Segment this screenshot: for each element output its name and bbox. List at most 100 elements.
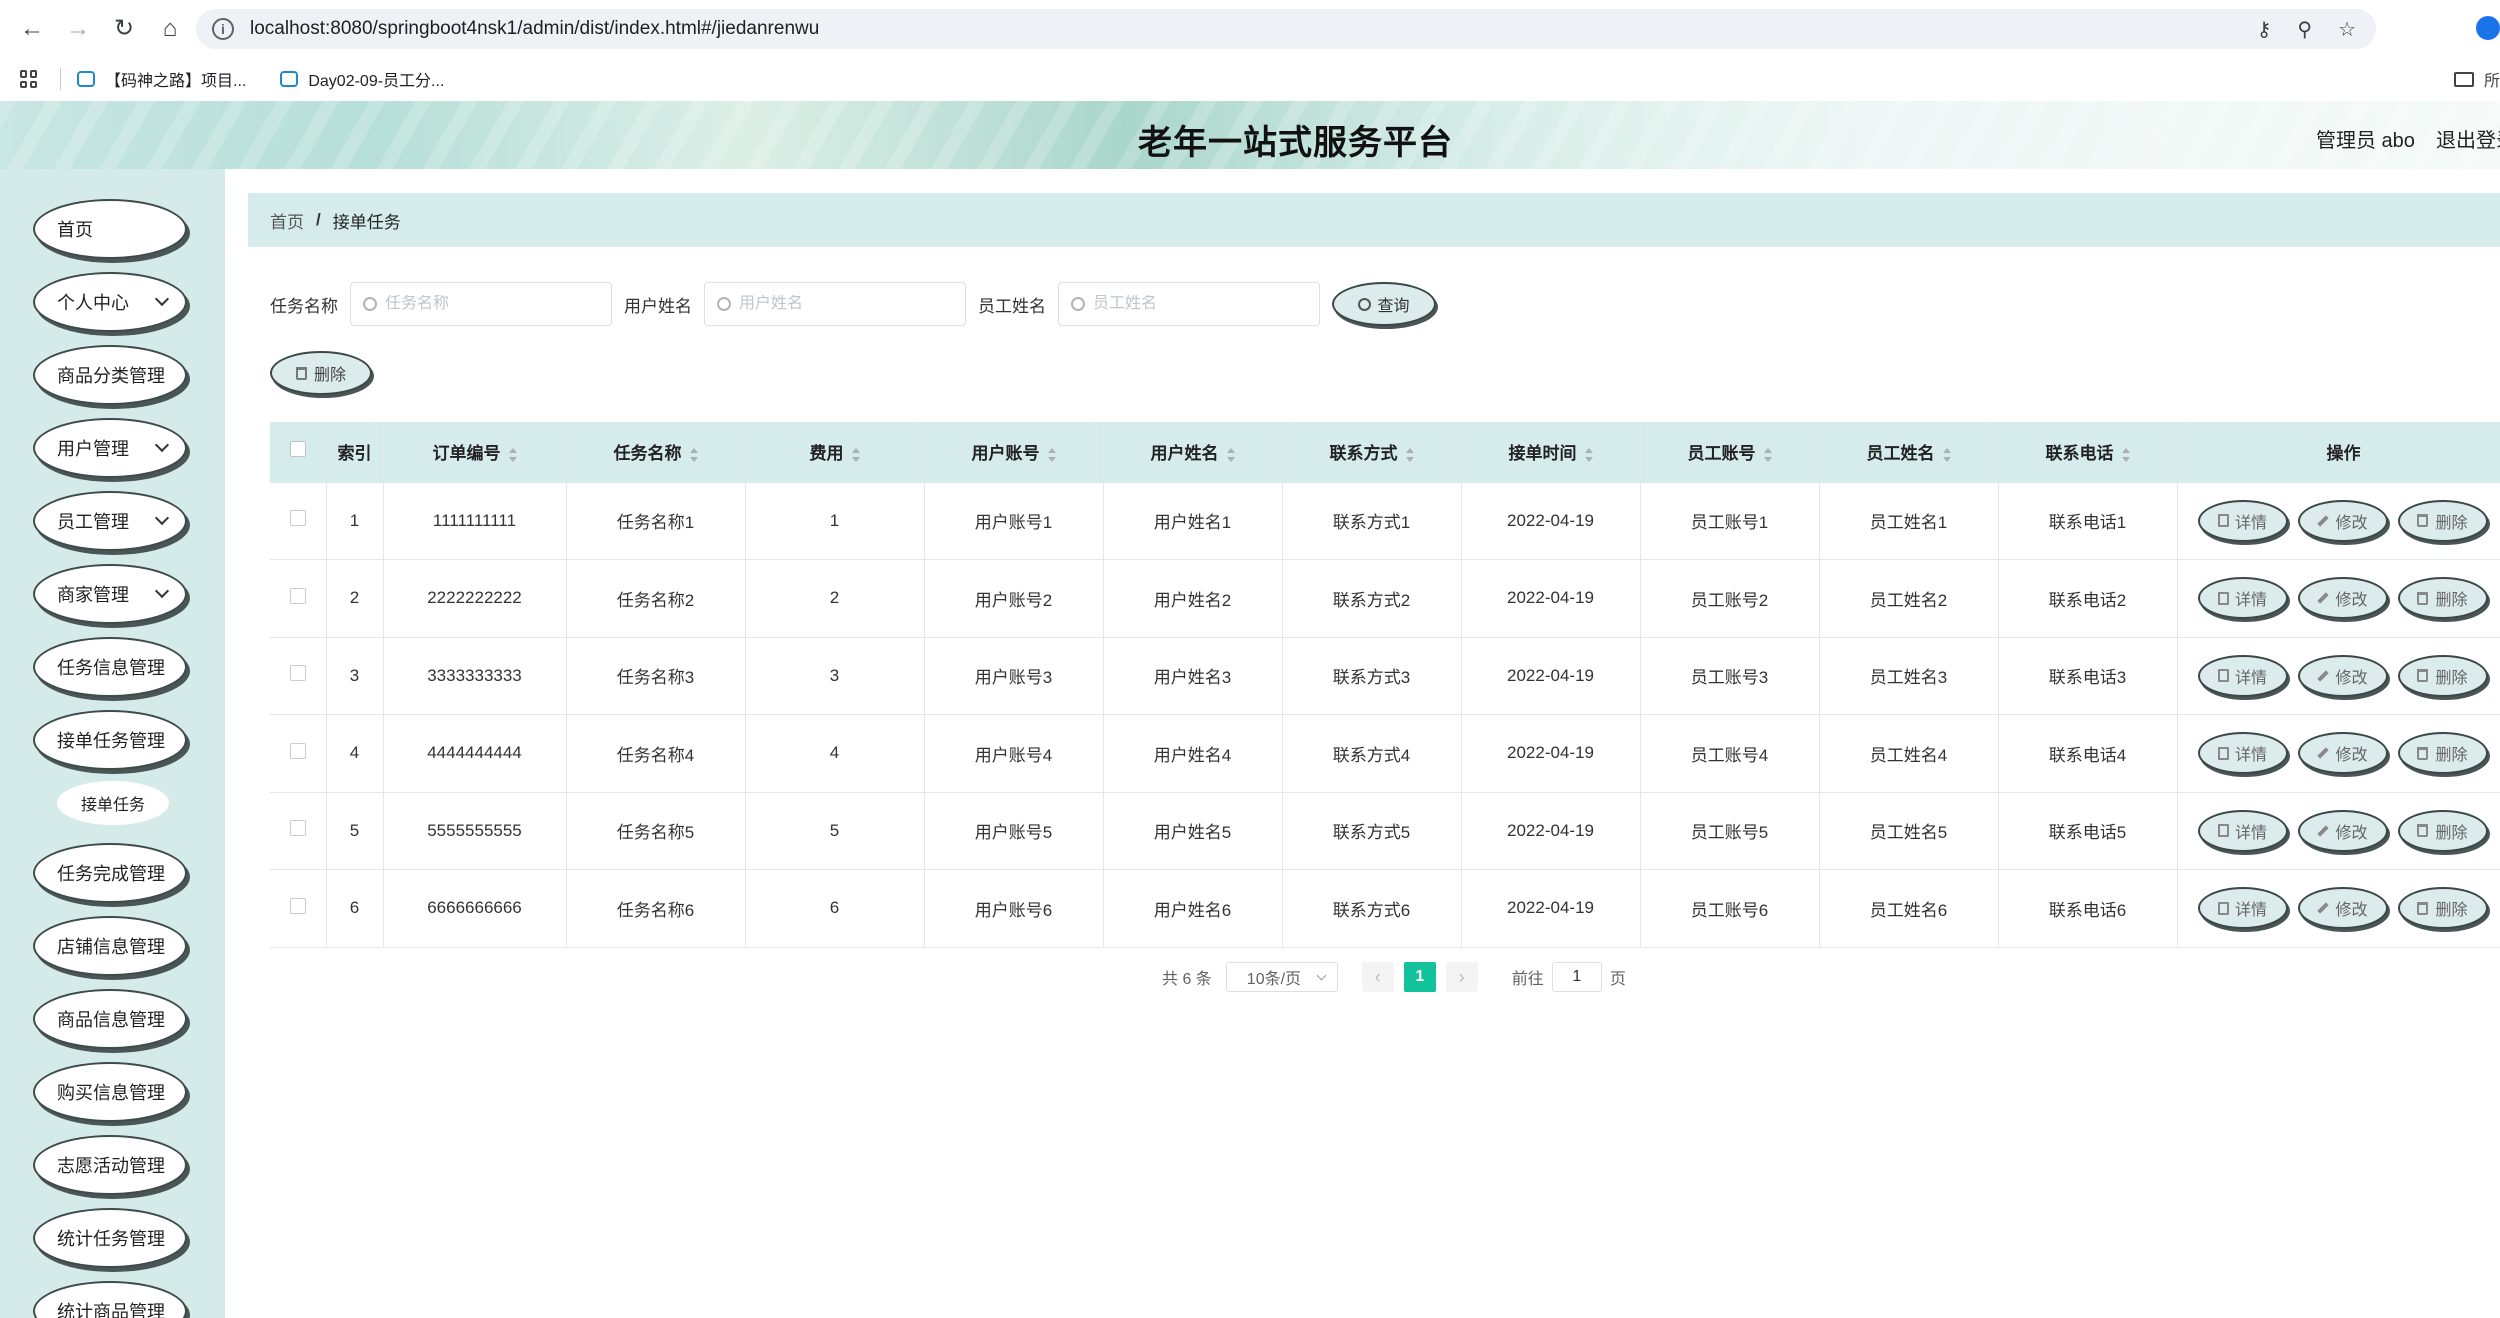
column-header[interactable]: 接单时间 bbox=[1461, 422, 1641, 483]
delete-button[interactable]: 删除 bbox=[2397, 654, 2488, 697]
star-icon[interactable]: ☆ bbox=[2338, 17, 2356, 42]
sidebar-item-merchants[interactable]: 商家管理 bbox=[33, 564, 187, 624]
sort-icon[interactable] bbox=[851, 447, 860, 462]
sidebar-item-task-completion[interactable]: 任务完成管理 bbox=[33, 843, 187, 903]
goto-page-input[interactable]: 1 bbox=[1551, 962, 1602, 992]
edit-button[interactable]: 修改 bbox=[2297, 887, 2388, 930]
address-bar[interactable]: i localhost:8080/springboot4nsk1/admin/d… bbox=[196, 9, 2376, 49]
edit-button[interactable]: 修改 bbox=[2297, 577, 2388, 620]
breadcrumb-home[interactable]: 首页 bbox=[270, 208, 304, 233]
reload-icon[interactable]: ↻ bbox=[106, 11, 142, 47]
row-checkbox[interactable] bbox=[289, 510, 306, 527]
sidebar-subitem-accepted-task[interactable]: 接单任务 bbox=[57, 781, 169, 825]
back-icon[interactable]: ← bbox=[14, 11, 50, 47]
row-select-cell[interactable] bbox=[270, 714, 327, 793]
edit-button[interactable]: 修改 bbox=[2297, 499, 2388, 542]
row-checkbox[interactable] bbox=[289, 742, 306, 759]
home-icon[interactable]: ⌂ bbox=[152, 11, 188, 47]
detail-button[interactable]: 详情 bbox=[2197, 499, 2288, 542]
sidebar-item-home[interactable]: 首页 bbox=[33, 199, 187, 259]
key-icon[interactable]: ⚷ bbox=[2257, 17, 2272, 42]
row-select-cell[interactable] bbox=[270, 869, 327, 948]
detail-button[interactable]: 详情 bbox=[2197, 887, 2288, 930]
select-all-checkbox[interactable] bbox=[289, 441, 306, 458]
sidebar-item-users[interactable]: 用户管理 bbox=[33, 418, 187, 478]
column-header[interactable]: 费用 bbox=[745, 422, 925, 483]
row-select-cell[interactable] bbox=[270, 637, 327, 715]
batch-delete-button[interactable]: 删除 bbox=[270, 351, 372, 395]
sidebar-item-product-stats[interactable]: 统计商品管理 bbox=[33, 1281, 187, 1318]
page-number-current[interactable]: 1 bbox=[1403, 962, 1436, 992]
sort-icon[interactable] bbox=[1763, 447, 1772, 462]
edit-label: 修改 bbox=[2335, 747, 2368, 765]
column-header[interactable]: 员工姓名 bbox=[1819, 422, 1999, 483]
row-checkbox[interactable] bbox=[289, 820, 306, 837]
prev-page-button[interactable]: ‹ bbox=[1361, 962, 1394, 992]
sort-icon[interactable] bbox=[508, 447, 517, 462]
user-name-input[interactable] bbox=[739, 295, 959, 313]
staff-name-input[interactable] bbox=[1093, 295, 1313, 313]
column-header[interactable]: 任务名称 bbox=[566, 422, 746, 483]
sort-icon[interactable] bbox=[1942, 447, 1951, 462]
edit-button[interactable]: 修改 bbox=[2297, 809, 2388, 852]
column-header[interactable]: 联系方式 bbox=[1282, 422, 1462, 483]
select-all-cell[interactable] bbox=[270, 422, 327, 483]
bookmarks-bar: 【码神之路】项目... Day02-09-员工分... 所 bbox=[0, 57, 2500, 101]
delete-button[interactable]: 删除 bbox=[2397, 809, 2488, 852]
column-header[interactable]: 联系电话 bbox=[1998, 422, 2178, 483]
row-checkbox[interactable] bbox=[289, 665, 306, 682]
column-header[interactable]: 员工账号 bbox=[1640, 422, 1820, 483]
sidebar-item-category[interactable]: 商品分类管理 bbox=[33, 345, 187, 405]
column-header[interactable]: 用户账号 bbox=[924, 422, 1104, 483]
sidebar-item-purchase-info[interactable]: 购买信息管理 bbox=[33, 1062, 187, 1122]
detail-button[interactable]: 详情 bbox=[2197, 809, 2288, 852]
row-checkbox[interactable] bbox=[289, 897, 306, 914]
sidebar-item-task-stats[interactable]: 统计任务管理 bbox=[33, 1208, 187, 1268]
site-info-icon[interactable]: i bbox=[212, 18, 234, 40]
delete-button[interactable]: 删除 bbox=[2397, 577, 2488, 620]
next-page-button[interactable]: › bbox=[1445, 962, 1478, 992]
logout-button[interactable]: 退出登录 bbox=[2436, 124, 2500, 153]
delete-button[interactable]: 删除 bbox=[2397, 499, 2488, 542]
sort-icon[interactable] bbox=[689, 447, 698, 462]
sort-icon[interactable] bbox=[2121, 447, 2130, 462]
sort-icon[interactable] bbox=[1226, 447, 1235, 462]
detail-button[interactable]: 详情 bbox=[2197, 577, 2288, 620]
row-checkbox[interactable] bbox=[289, 587, 306, 604]
row-select-cell[interactable] bbox=[270, 559, 327, 638]
zoom-icon[interactable]: ⚲ bbox=[2297, 17, 2312, 42]
bookmark-item[interactable]: Day02-09-员工分... bbox=[280, 67, 444, 91]
query-button[interactable]: 查询 bbox=[1332, 282, 1436, 326]
task-name-field[interactable] bbox=[350, 282, 612, 326]
edit-button[interactable]: 修改 bbox=[2297, 732, 2388, 775]
forward-icon[interactable]: → bbox=[60, 11, 96, 47]
detail-button[interactable]: 详情 bbox=[2197, 654, 2288, 697]
task-name-input[interactable] bbox=[385, 295, 605, 313]
delete-button[interactable]: 删除 bbox=[2397, 732, 2488, 775]
staff-name-field[interactable] bbox=[1058, 282, 1320, 326]
delete-button[interactable]: 删除 bbox=[2397, 887, 2488, 930]
sort-icon[interactable] bbox=[1405, 447, 1414, 462]
detail-button[interactable]: 详情 bbox=[2197, 732, 2288, 775]
column-header[interactable]: 订单编号 bbox=[383, 422, 567, 483]
sort-icon[interactable] bbox=[1584, 447, 1593, 462]
page-size-select[interactable]: 10条/页 bbox=[1225, 962, 1338, 992]
row-select-cell[interactable] bbox=[270, 482, 327, 560]
edit-button[interactable]: 修改 bbox=[2297, 654, 2388, 697]
user-name-field[interactable] bbox=[704, 282, 966, 326]
sidebar-item-accepted-tasks[interactable]: 接单任务管理 bbox=[33, 710, 187, 770]
sidebar-item-task-info[interactable]: 任务信息管理 bbox=[33, 637, 187, 697]
sidebar-item-shop-info[interactable]: 店铺信息管理 bbox=[33, 916, 187, 976]
bookmark-item[interactable]: 【码神之路】项目... bbox=[77, 67, 246, 91]
column-header[interactable]: 用户姓名 bbox=[1103, 422, 1283, 483]
sort-icon[interactable] bbox=[1047, 447, 1056, 462]
sidebar-item-product-info[interactable]: 商品信息管理 bbox=[33, 989, 187, 1049]
apps-grid-icon[interactable] bbox=[20, 70, 38, 88]
address-url[interactable]: localhost:8080/springboot4nsk1/admin/dis… bbox=[250, 18, 819, 40]
profile-avatar[interactable] bbox=[2476, 16, 2500, 40]
row-select-cell[interactable] bbox=[270, 792, 327, 870]
all-bookmarks[interactable]: 所 bbox=[2453, 57, 2500, 101]
sidebar-item-staff[interactable]: 员工管理 bbox=[33, 491, 187, 551]
sidebar-item-personal-center[interactable]: 个人中心 bbox=[33, 272, 187, 332]
sidebar-item-volunteer[interactable]: 志愿活动管理 bbox=[33, 1135, 187, 1195]
